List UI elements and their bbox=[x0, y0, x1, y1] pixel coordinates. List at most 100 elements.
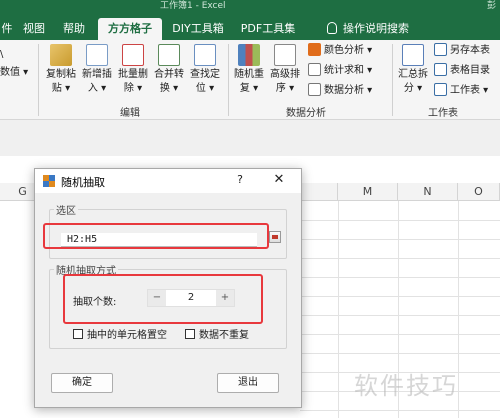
insert-label-1: 新增插 bbox=[82, 69, 112, 80]
insert-label-2: 入 ▾ bbox=[87, 83, 107, 94]
tab-diy-toolbox[interactable]: DIY工具箱 bbox=[166, 18, 230, 40]
data-analysis-button[interactable]: 数据分析 ▾ bbox=[308, 82, 372, 100]
column-header-m[interactable]: M bbox=[338, 183, 398, 201]
ok-button[interactable]: 确定 bbox=[51, 373, 113, 393]
directory-icon bbox=[434, 63, 447, 76]
tab-search[interactable]: 操作说明搜索 bbox=[310, 18, 426, 40]
count-highlight bbox=[63, 274, 263, 324]
column-header-o[interactable]: O bbox=[458, 183, 500, 201]
column-header-l[interactable] bbox=[300, 183, 338, 201]
clipboard-icon bbox=[50, 44, 72, 66]
batch-delete-label-1: 批量删 bbox=[118, 69, 148, 80]
document-title: 工作簿1 - Excel bbox=[160, 1, 226, 11]
random-repeat-label-1: 随机重 bbox=[234, 69, 264, 80]
advanced-sort-label-1: 高级排 bbox=[270, 69, 300, 80]
summary-icon bbox=[402, 44, 424, 66]
group-separator bbox=[228, 44, 229, 116]
dialog-title: 随机抽取 bbox=[61, 176, 105, 189]
tab-search-label: 操作说明搜索 bbox=[343, 22, 409, 35]
find-icon bbox=[194, 44, 216, 66]
grid-line bbox=[300, 315, 500, 316]
grid-line bbox=[300, 334, 500, 335]
formula-bar-area bbox=[0, 120, 500, 156]
close-button[interactable]: ✕ bbox=[271, 172, 287, 190]
grid-line bbox=[300, 239, 500, 240]
insert-icon bbox=[86, 44, 108, 66]
no-duplicate-label: 数据不重复 bbox=[199, 330, 249, 341]
tab-view[interactable]: 视图 bbox=[18, 18, 50, 40]
ribbon-tab-bar: 件 视图 帮助 方方格子 DIY工具箱 PDF工具集 操作说明搜索 bbox=[0, 14, 500, 40]
advanced-sort-button[interactable]: 高级排 序 ▾ bbox=[268, 44, 302, 96]
insert-button[interactable]: 新增插 入 ▾ bbox=[80, 44, 114, 96]
random-icon bbox=[238, 44, 260, 66]
tab-fangfang[interactable]: 方方格子 bbox=[98, 18, 162, 40]
grid-line bbox=[338, 201, 339, 418]
save-icon bbox=[434, 43, 447, 56]
sheet-directory-label: 表格目录 bbox=[450, 65, 490, 76]
tab-file[interactable]: 件 bbox=[0, 18, 14, 40]
lightbulb-icon bbox=[327, 22, 337, 34]
save-sheet-button[interactable]: 另存本表 bbox=[434, 42, 490, 60]
batch-delete-button[interactable]: 批量删 除 ▾ bbox=[116, 44, 150, 96]
advanced-sort-label-2: 序 ▾ bbox=[275, 83, 295, 94]
checkbox-box[interactable] bbox=[185, 329, 195, 339]
checkbox-box[interactable] bbox=[73, 329, 83, 339]
find-locate-label-2: 位 ▾ bbox=[195, 83, 215, 94]
worksheet-button[interactable]: 工作表 ▾ bbox=[434, 82, 488, 100]
palette-icon bbox=[308, 43, 321, 56]
user-name[interactable]: 彭 bbox=[487, 0, 496, 12]
grid-line bbox=[300, 410, 500, 411]
random-repeat-button[interactable]: 随机重 复 ▾ bbox=[232, 44, 266, 96]
copy-paste-label-2: 贴 ▾ bbox=[51, 83, 71, 94]
group-separator bbox=[392, 44, 393, 116]
grid-line bbox=[300, 258, 500, 259]
group-label-data-analysis: 数据分析 bbox=[286, 108, 326, 119]
range-picker-icon[interactable] bbox=[269, 231, 281, 243]
summarize-split-label-1: 汇总拆 bbox=[398, 69, 428, 80]
grid-line bbox=[300, 277, 500, 278]
range-section-title: 选区 bbox=[54, 202, 78, 217]
find-locate-label-1: 查找定 bbox=[190, 69, 220, 80]
merge-convert-button[interactable]: 合并转 换 ▾ bbox=[152, 44, 186, 96]
stats-sum-label: 统计求和 ▾ bbox=[324, 65, 373, 76]
analysis-icon bbox=[308, 83, 321, 96]
ribbon-partial-item[interactable]: \ bbox=[0, 46, 3, 64]
tab-help[interactable]: 帮助 bbox=[58, 18, 90, 40]
watermark-text: 软件技巧 bbox=[354, 372, 458, 400]
help-button[interactable]: ? bbox=[233, 173, 247, 189]
grid-line bbox=[300, 353, 500, 354]
ribbon-panel: \ 数值 ▾ 复制粘 贴 ▾ 新增插 入 ▾ 批量删 除 ▾ 合并转 换 ▾ 查… bbox=[0, 40, 500, 120]
merge-icon bbox=[158, 44, 180, 66]
color-analysis-button[interactable]: 颜色分析 ▾ bbox=[308, 42, 372, 60]
grid-line bbox=[300, 220, 500, 221]
table-sum-icon bbox=[308, 63, 321, 76]
color-analysis-label: 颜色分析 ▾ bbox=[324, 45, 373, 56]
copy-paste-button[interactable]: 复制粘 贴 ▾ bbox=[44, 44, 78, 96]
random-repeat-label-2: 复 ▾ bbox=[239, 83, 259, 94]
tab-pdf-tools[interactable]: PDF工具集 bbox=[236, 18, 300, 40]
copy-paste-label-1: 复制粘 bbox=[46, 69, 76, 80]
sheet-directory-button[interactable]: 表格目录 bbox=[434, 62, 490, 80]
merge-convert-label-2: 换 ▾ bbox=[159, 83, 179, 94]
find-locate-button[interactable]: 查找定 位 ▾ bbox=[188, 44, 222, 96]
summarize-split-button[interactable]: 汇总拆 分 ▾ bbox=[396, 44, 430, 96]
number-format-dropdown[interactable]: 数值 ▾ bbox=[0, 64, 28, 82]
dice-icon bbox=[43, 175, 55, 187]
window-titlebar: 工作簿1 - Excel 彭 bbox=[0, 0, 500, 14]
summarize-split-label-2: 分 ▾ bbox=[403, 83, 423, 94]
dialog-titlebar[interactable]: 随机抽取 ? ✕ bbox=[35, 169, 301, 193]
group-separator bbox=[38, 44, 39, 116]
exit-button[interactable]: 退出 bbox=[217, 373, 279, 393]
range-highlight bbox=[43, 223, 269, 249]
column-header-n[interactable]: N bbox=[398, 183, 458, 201]
save-sheet-label: 另存本表 bbox=[450, 45, 490, 56]
sort-icon bbox=[274, 44, 296, 66]
clear-picked-checkbox[interactable]: 抽中的单元格置空 bbox=[73, 329, 167, 343]
no-duplicate-checkbox[interactable]: 数据不重复 bbox=[185, 329, 249, 343]
merge-convert-label-1: 合并转 bbox=[154, 69, 184, 80]
clear-picked-label: 抽中的单元格置空 bbox=[87, 330, 167, 341]
stats-sum-button[interactable]: 统计求和 ▾ bbox=[308, 62, 372, 80]
worksheet-icon bbox=[434, 83, 447, 96]
group-label-worksheet: 工作表 bbox=[428, 108, 458, 119]
grid-line bbox=[458, 201, 459, 418]
